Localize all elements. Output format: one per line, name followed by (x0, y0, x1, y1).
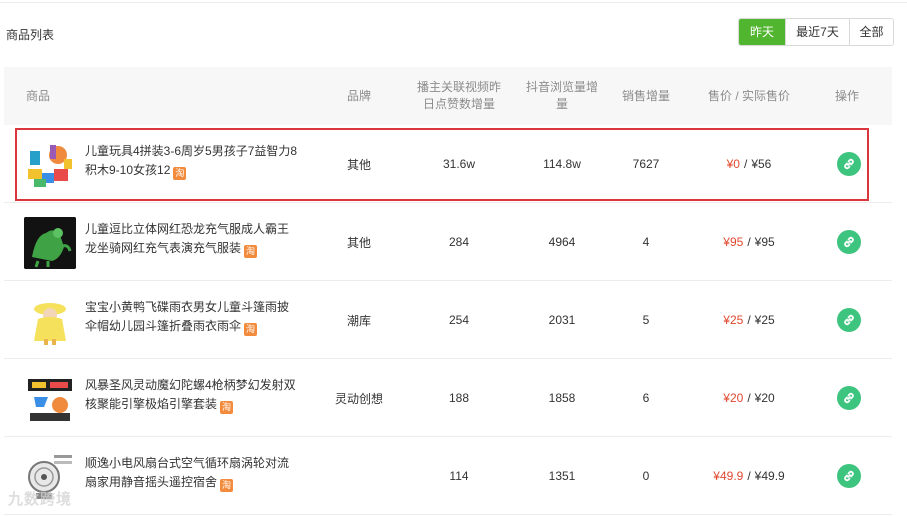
col-action: 操作 (834, 88, 859, 103)
sales-cell: 4 (642, 235, 650, 249)
col-brand: 品牌 (346, 88, 371, 103)
price-cell: ¥20/¥20 (694, 359, 804, 437)
price-value: ¥20 (723, 391, 744, 405)
price-separator: / (747, 469, 751, 483)
brand-cell: 其他 (346, 235, 371, 250)
range-all-button[interactable]: 全部 (849, 19, 893, 45)
product-name-text[interactable]: 儿童玩具4拼装3-6周岁5男孩子7益智力8积木9-10女孩12 (85, 144, 297, 177)
product-table: 商品 品牌 播主关联视频昨日点赞数增量 抖音浏览量增量 销售增量 售价 / 实际… (4, 67, 892, 515)
taobao-icon[interactable]: 淘 (173, 167, 187, 180)
table-row: 宝宝小黄鸭飞碟雨衣男女儿童斗篷雨披伞帽幼儿园斗篷折叠雨衣雨伞淘 潮库 254 2… (4, 281, 892, 359)
taobao-icon[interactable]: 淘 (220, 479, 234, 492)
table-row: 顺逸小电风扇台式空气循环扇涡轮对流扇家用静音摇头遥控宿舍淘 114 1351 0… (4, 437, 892, 515)
watermark: 九数跨境 (8, 491, 73, 508)
action-cell (834, 281, 864, 359)
video-likes-cell: 188 (448, 391, 470, 405)
link-icon[interactable] (837, 230, 861, 254)
price-value: ¥25 (723, 313, 744, 327)
action-cell (834, 125, 864, 203)
action-cell (834, 203, 864, 281)
product-name-text[interactable]: 顺逸小电风扇台式空气循环扇涡轮对流扇家用静音摇头遥控宿舍 (85, 456, 289, 489)
range-yesterday-button[interactable]: 昨天 (739, 19, 785, 45)
video-likes-cell: 284 (448, 235, 470, 249)
actual-price-value: ¥56 (751, 157, 772, 171)
views-cell: 2031 (548, 313, 576, 327)
actual-price-value: ¥20 (754, 391, 775, 405)
price-separator: / (747, 391, 751, 405)
taobao-icon[interactable]: 淘 (220, 401, 234, 414)
price-separator: / (743, 157, 748, 171)
video-likes-cell: 254 (448, 313, 470, 327)
product-name[interactable]: 宝宝小黄鸭飞碟雨衣男女儿童斗篷雨披伞帽幼儿园斗篷折叠雨衣雨伞淘 (85, 298, 300, 336)
product-name[interactable]: 顺逸小电风扇台式空气循环扇涡轮对流扇家用静音摇头遥控宿舍淘 (85, 454, 300, 492)
action-cell (834, 359, 864, 437)
views-cell: 114.8w (543, 157, 581, 171)
views-cell: 4964 (548, 235, 576, 249)
price-cell: ¥49.9/¥49.9 (694, 437, 804, 515)
link-icon[interactable] (837, 464, 861, 488)
brand-cell: 潮库 (346, 313, 371, 328)
col-video-likes[interactable]: 播主关联视频昨日点赞数增量 (414, 67, 504, 125)
date-range-switch: 昨天 最近7天 全部 (738, 18, 894, 46)
price-value: ¥49.9 (713, 469, 744, 483)
col-sales[interactable]: 销售增量 (614, 67, 678, 125)
sales-cell: 6 (642, 391, 650, 405)
table-row: 儿童逗比立体网红恐龙充气服成人霸王龙坐骑网红充气表演充气服装淘 其他 284 4… (4, 203, 892, 281)
taobao-icon[interactable]: 淘 (244, 323, 258, 336)
toy-blocks-icon[interactable] (24, 139, 76, 191)
dinosaur-costume-icon[interactable] (24, 217, 76, 269)
price-separator: / (747, 313, 751, 327)
link-icon[interactable] (837, 308, 861, 332)
brand-cell: 灵动创想 (334, 391, 383, 406)
price-cell: ¥0/¥56 (694, 125, 804, 203)
page-title: 商品列表 (6, 28, 55, 42)
spinning-top-icon[interactable] (24, 373, 76, 425)
video-likes-cell: 31.6w (442, 157, 476, 171)
sales-cell: 5 (642, 313, 650, 327)
table-row: 儿童玩具4拼装3-6周岁5男孩子7益智力8积木9-10女孩12 淘 其他 31.6… (4, 125, 892, 203)
video-likes-cell: 114 (449, 469, 469, 483)
views-cell: 1351 (548, 469, 576, 483)
raincoat-icon[interactable] (24, 295, 76, 347)
sales-cell: 7627 (632, 157, 660, 171)
table-row: 风暴圣风灵动魔幻陀螺4枪柄梦幻发射双核聚能引擎极焰引擎套装淘 灵动创想 188 … (4, 359, 892, 437)
product-name-text[interactable]: 宝宝小黄鸭飞碟雨衣男女儿童斗篷雨披伞帽幼儿园斗篷折叠雨衣雨伞 (85, 300, 289, 333)
taobao-icon[interactable]: 淘 (244, 245, 258, 258)
sales-cell: 0 (642, 469, 650, 483)
top-divider (0, 0, 907, 3)
product-name[interactable]: 儿童玩具4拼装3-6周岁5男孩子7益智力8积木9-10女孩12 淘 (85, 142, 300, 180)
actual-price-value: ¥95 (754, 235, 775, 249)
price-value: ¥95 (723, 235, 744, 249)
price-cell: ¥25/¥25 (694, 281, 804, 359)
price-cell: ¥95/¥95 (694, 203, 804, 281)
product-name-text[interactable]: 儿童逗比立体网红恐龙充气服成人霸王龙坐骑网红充气表演充气服装 (85, 222, 289, 255)
price-separator: / (747, 235, 751, 249)
col-product: 商品 (26, 88, 51, 103)
col-views[interactable]: 抖音浏览量增量 (522, 67, 602, 125)
col-price: 售价 / 实际售价 (707, 88, 790, 103)
price-value: ¥0 (726, 157, 740, 171)
brand-cell (329, 437, 389, 515)
actual-price-value: ¥49.9 (754, 469, 785, 483)
product-name-text[interactable]: 风暴圣风灵动魔幻陀螺4枪柄梦幻发射双核聚能引擎极焰引擎套装 (85, 378, 296, 411)
product-name[interactable]: 风暴圣风灵动魔幻陀螺4枪柄梦幻发射双核聚能引擎极焰引擎套装淘 (85, 376, 300, 414)
product-name[interactable]: 儿童逗比立体网红恐龙充气服成人霸王龙坐骑网红充气表演充气服装淘 (85, 220, 300, 258)
actual-price-value: ¥25 (754, 313, 775, 327)
brand-cell: 其他 (346, 157, 371, 172)
link-icon[interactable] (837, 386, 861, 410)
views-cell: 1858 (548, 391, 576, 405)
range-7days-button[interactable]: 最近7天 (785, 19, 849, 45)
link-icon[interactable] (837, 152, 861, 176)
table-header: 商品 品牌 播主关联视频昨日点赞数增量 抖音浏览量增量 销售增量 售价 / 实际… (4, 67, 892, 125)
action-cell (834, 437, 864, 515)
